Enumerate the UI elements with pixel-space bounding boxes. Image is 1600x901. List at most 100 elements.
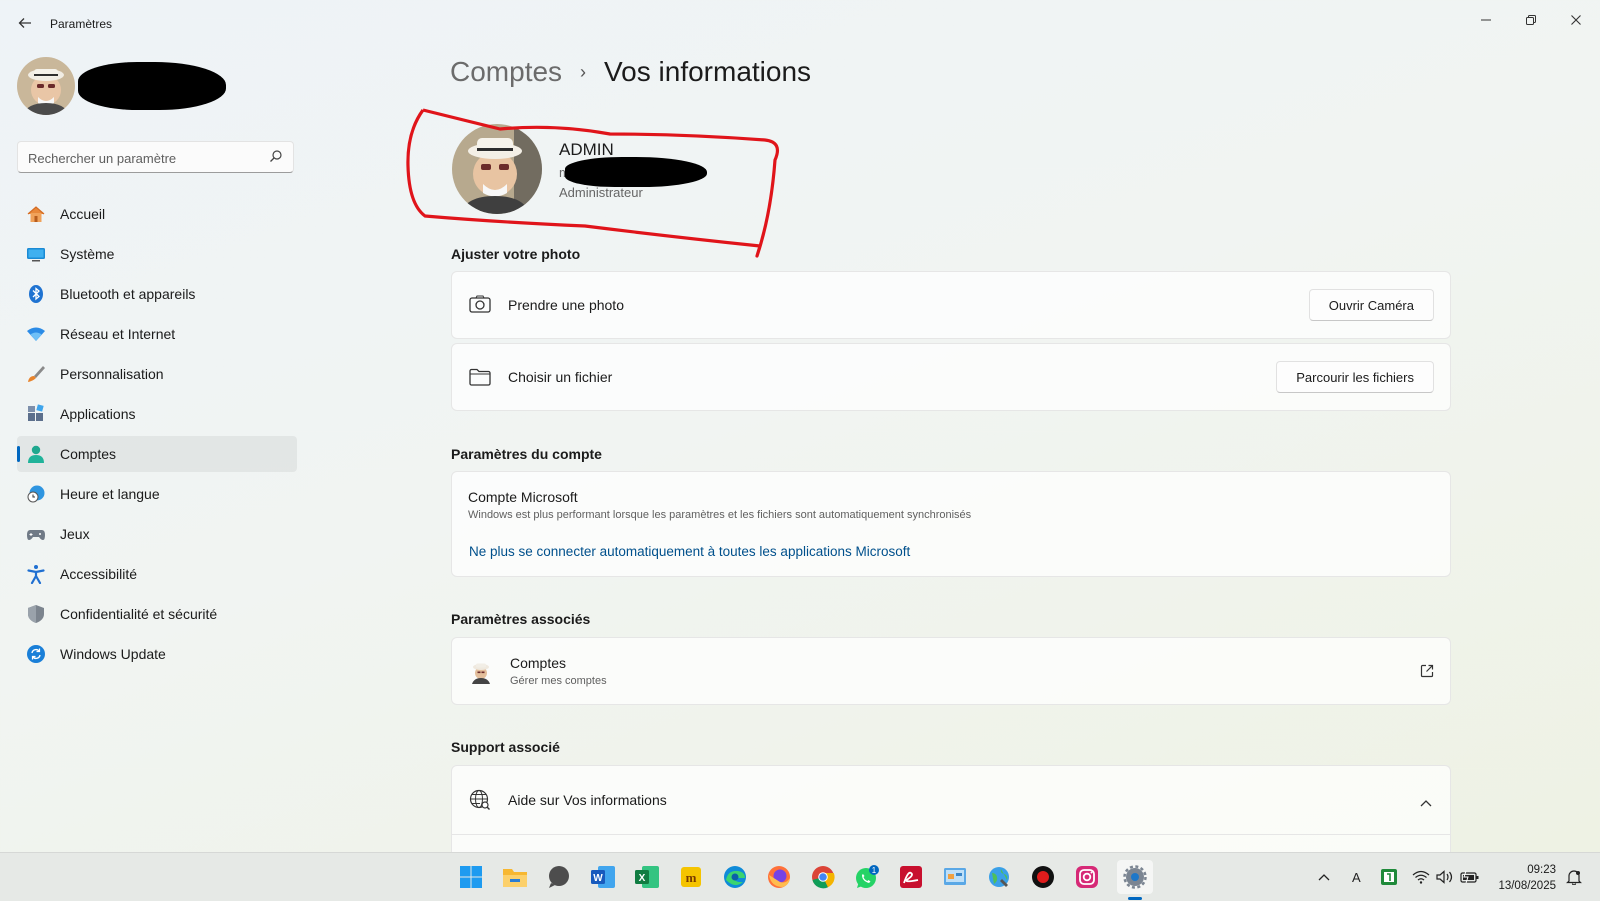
brush-icon xyxy=(26,364,46,384)
wifi-tray-icon[interactable] xyxy=(1412,853,1430,901)
microsoft-account-card: Compte Microsoft Windows est plus perfor… xyxy=(451,471,1451,577)
ime-indicator[interactable]: A xyxy=(1352,853,1361,901)
volume-icon[interactable] xyxy=(1436,853,1454,901)
sidebar-item-jeux[interactable]: Jeux xyxy=(17,516,297,552)
restore-button[interactable] xyxy=(1511,6,1551,34)
control-panel-icon[interactable] xyxy=(941,863,969,891)
section-title-support: Support associé xyxy=(451,739,560,755)
sidebar-item-reseau[interactable]: Réseau et Internet xyxy=(17,316,297,352)
account-icon xyxy=(26,444,46,464)
svg-text:m: m xyxy=(686,870,697,885)
taskbar: W X m 1 A 09:23 13/08/2025 xyxy=(0,852,1600,901)
tray-overflow-chevron[interactable] xyxy=(1318,853,1330,901)
svg-text:X: X xyxy=(639,873,646,884)
record-icon[interactable] xyxy=(1029,863,1057,891)
minimize-icon xyxy=(1481,19,1491,21)
file-explorer-icon[interactable] xyxy=(501,863,529,891)
sidebar-item-label: Personnalisation xyxy=(60,366,164,382)
edge-icon[interactable] xyxy=(721,863,749,891)
sidebar-item-label: Windows Update xyxy=(60,646,166,662)
word-icon[interactable]: W xyxy=(589,863,617,891)
restore-icon xyxy=(1526,15,1536,25)
red-annotation-outline xyxy=(406,108,779,258)
gamepad-icon xyxy=(26,524,46,544)
globe-app-icon[interactable] xyxy=(985,863,1013,891)
taskbar-clock[interactable]: 09:23 13/08/2025 xyxy=(1498,862,1556,894)
support-card: Aide sur Vos informations xyxy=(451,765,1451,852)
system-icon xyxy=(26,244,46,264)
sidebar-item-accueil[interactable]: Accueil xyxy=(17,196,297,232)
app-m-icon[interactable]: m xyxy=(677,863,705,891)
sidebar-item-label: Heure et langue xyxy=(60,486,160,502)
sidebar-item-applications[interactable]: Applications xyxy=(17,396,297,432)
sidebar-item-windows-update[interactable]: Windows Update xyxy=(17,636,297,672)
sidebar-avatar[interactable] xyxy=(17,57,75,115)
chevron-up-icon[interactable] xyxy=(1420,794,1432,812)
search-input[interactable] xyxy=(18,142,270,174)
folder-icon xyxy=(468,365,492,389)
bluetooth-icon xyxy=(26,284,46,304)
chevron-right-icon: › xyxy=(580,61,587,82)
camera-icon xyxy=(468,293,492,317)
update-icon xyxy=(26,644,46,664)
sidebar-item-accessibilite[interactable]: Accessibilité xyxy=(17,556,297,592)
notification-icon[interactable] xyxy=(1566,853,1582,901)
stop-auto-signin-link[interactable]: Ne plus se connecter automatiquement à t… xyxy=(469,544,910,559)
help-your-info-row[interactable]: Aide sur Vos informations xyxy=(452,766,1450,835)
sidebar-item-label: Système xyxy=(60,246,115,262)
choose-file-label: Choisir un fichier xyxy=(508,369,613,385)
search-box[interactable] xyxy=(17,141,294,174)
sidebar-item-label: Confidentialité et sécurité xyxy=(60,606,218,622)
accounts-avatar-icon xyxy=(469,660,493,684)
home-icon xyxy=(26,204,46,224)
sidebar-item-bluetooth[interactable]: Bluetooth et appareils xyxy=(17,276,297,312)
title-bar: Paramètres xyxy=(0,0,1600,48)
sidebar-item-comptes[interactable]: Comptes xyxy=(17,436,297,472)
excel-icon[interactable]: X xyxy=(633,863,661,891)
related-accounts-title: Comptes xyxy=(510,655,567,671)
sidebar-item-heure[interactable]: Heure et langue xyxy=(17,476,297,512)
tray-app-icon[interactable] xyxy=(1380,853,1398,901)
settings-icon[interactable] xyxy=(1117,860,1153,894)
sidebar-item-label: Comptes xyxy=(60,446,117,462)
microsoft-account-title: Compte Microsoft xyxy=(468,489,578,505)
close-icon xyxy=(1571,15,1581,25)
breadcrumb-parent[interactable]: Comptes xyxy=(450,56,562,88)
close-button[interactable] xyxy=(1556,6,1596,34)
sidebar-item-confidentialite[interactable]: Confidentialité et sécurité xyxy=(17,596,297,632)
clock-time: 09:23 xyxy=(1527,864,1556,876)
minimize-button[interactable] xyxy=(1466,6,1506,34)
sidebar-item-label: Applications xyxy=(60,406,136,422)
accessibility-icon xyxy=(26,564,46,584)
sidebar-item-label: Réseau et Internet xyxy=(60,326,176,342)
redacted-user-name xyxy=(78,62,226,110)
sidebar-item-systeme[interactable]: Système xyxy=(17,236,297,272)
related-accounts-card[interactable]: Comptes Gérer mes comptes xyxy=(451,637,1451,705)
take-photo-label: Prendre une photo xyxy=(508,297,624,313)
firefox-icon[interactable] xyxy=(765,863,793,891)
chat-bubble-icon[interactable] xyxy=(545,863,573,891)
help-your-info-label: Aide sur Vos informations xyxy=(508,792,667,808)
battery-icon[interactable] xyxy=(1460,853,1480,901)
sidebar-nav: Accueil Système Bluetooth et appareils R… xyxy=(17,196,297,676)
wifi-icon xyxy=(26,324,46,344)
microsoft-account-description: Windows est plus performant lorsque les … xyxy=(468,509,972,521)
chevron-up-icon xyxy=(1318,874,1330,881)
instagram-icon[interactable] xyxy=(1073,863,1101,891)
pdf-app-icon[interactable] xyxy=(897,863,925,891)
whatsapp-icon[interactable]: 1 xyxy=(853,863,881,891)
chrome-icon[interactable] xyxy=(809,863,837,891)
back-button[interactable] xyxy=(14,12,36,34)
sidebar-item-label: Accueil xyxy=(60,206,106,222)
shield-icon xyxy=(26,604,46,624)
open-camera-button[interactable]: Ouvrir Caméra xyxy=(1308,289,1434,321)
section-title-account: Paramètres du compte xyxy=(451,446,602,462)
start-icon[interactable] xyxy=(457,863,485,891)
browse-files-button[interactable]: Parcourir les fichiers xyxy=(1276,361,1434,393)
section-title-photo: Ajuster votre photo xyxy=(451,246,581,262)
app-title: Paramètres xyxy=(50,17,113,31)
user-photo-icon xyxy=(17,57,75,115)
sidebar-item-personnalisation[interactable]: Personnalisation xyxy=(17,356,297,392)
globe-help-icon xyxy=(468,788,492,812)
whatsapp-badge: 1 xyxy=(872,866,877,875)
